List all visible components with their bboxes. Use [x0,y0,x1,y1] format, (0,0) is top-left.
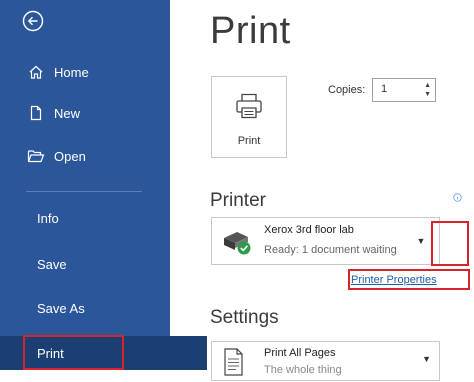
new-document-icon [26,103,46,123]
settings-heading: Settings [210,307,279,328]
sidebar-item-home[interactable]: Home [0,56,170,88]
sidebar-item-label: Save [37,256,67,272]
dropdown-arrow-highlight [431,221,469,266]
pages-icon [221,347,247,382]
copies-stepper[interactable]: 1 ▲ ▼ [372,78,436,102]
sidebar-divider [26,191,142,192]
backstage-sidebar: Home New Open Info Save Save As Print [0,0,207,370]
printer-icon [234,91,264,126]
print-item-highlight [23,335,124,370]
sidebar-item-label: Save As [37,300,85,316]
printer-status: Ready: 1 document waiting [264,244,397,256]
printer-properties-highlight [348,269,470,290]
sidebar-item-label: New [54,105,81,121]
sidebar-item-new[interactable]: New [0,97,170,129]
printer-dropdown[interactable]: Xerox 3rd floor lab Ready: 1 document wa… [211,217,440,265]
print-range-dropdown[interactable]: Print All Pages The whole thing ▼ [211,341,440,381]
copies-label: Copies: [328,84,366,96]
spinner-arrows-icon[interactable]: ▲ ▼ [424,81,431,99]
sidebar-item-label: Info [37,210,59,226]
settings-option-sub: The whole thing [264,364,342,376]
chevron-down-icon[interactable]: ▼ [422,354,431,364]
copies-value: 1 [381,83,388,95]
print-button-label: Print [237,135,261,147]
printer-name: Xerox 3rd floor lab [264,224,354,236]
printer-ready-icon [221,228,253,261]
print-button[interactable]: Print [211,76,287,158]
sidebar-item-label: Open [54,148,86,164]
print-pane: Print Print Copies: 1 ▲ ▼ Printer Xerox … [170,0,474,381]
sidebar-item-open[interactable]: Open [0,140,170,172]
info-icon[interactable] [453,193,462,205]
home-icon [26,62,46,82]
page-title: Print [210,10,291,52]
back-arrow-icon[interactable] [22,10,44,32]
printer-heading: Printer [210,190,266,211]
settings-option: Print All Pages [264,347,336,359]
folder-open-icon [26,146,46,166]
sidebar-item-label: Home [54,64,89,80]
